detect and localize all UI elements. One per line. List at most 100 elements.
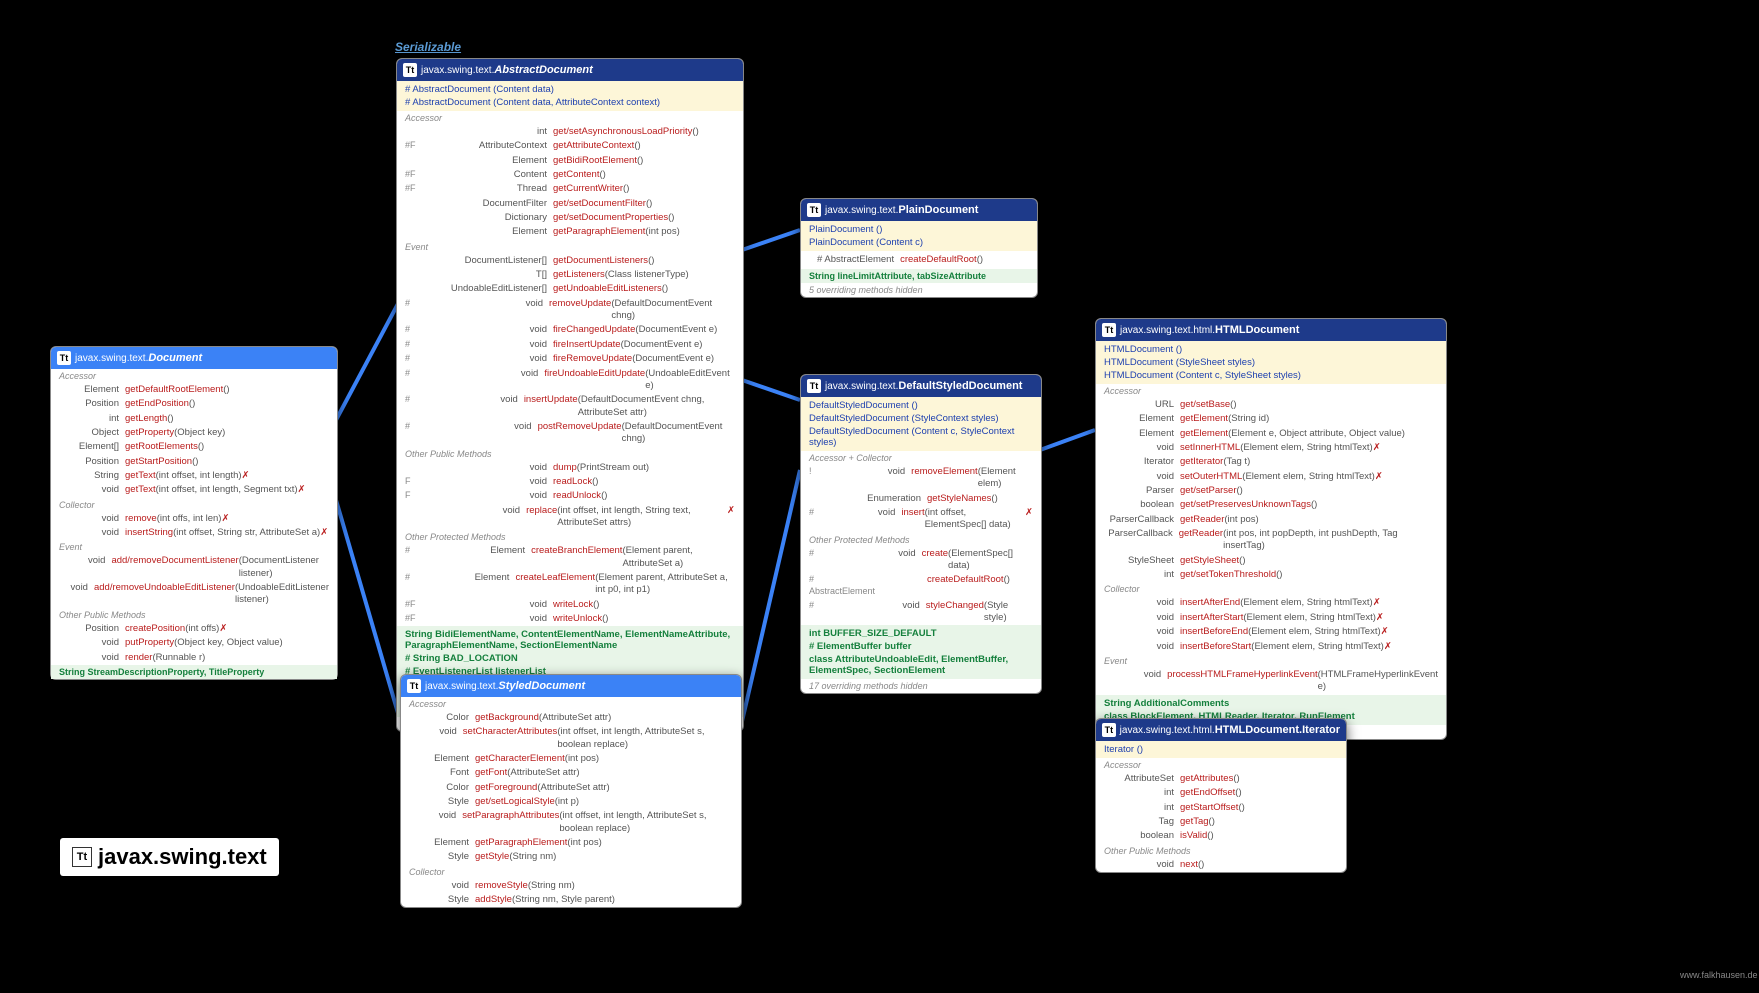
method-row: #FAttributeContextgetAttributeContext () xyxy=(397,139,743,153)
method-row: PositiongetEndPosition () xyxy=(51,397,337,411)
method-row: ElementgetParagraphElement (int pos) xyxy=(401,836,741,850)
method-row: EnumerationgetStyleNames () xyxy=(801,492,1041,506)
method-row: #voidinsert (int offset, ElementSpec[] d… xyxy=(801,506,1041,533)
method-row: T[]getListeners (Class listenerType) xyxy=(397,268,743,282)
method-row: voidinsertBeforeEnd (Element elem, Strin… xyxy=(1096,625,1446,639)
method-row: voidremove (int offs, int len) ✗ xyxy=(51,512,337,526)
method-row: Element[]getRootElements () xyxy=(51,440,337,454)
class-abstract-document: Ttjavax.swing.text.AbstractDocument # Ab… xyxy=(396,58,744,732)
method-row: voidinsertBeforeStart (Element elem, Str… xyxy=(1096,640,1446,654)
method-row: Parserget/setParser () xyxy=(1096,484,1446,498)
method-row: TaggetTag () xyxy=(1096,815,1346,829)
method-row: #ElementcreateLeafElement (Element paren… xyxy=(397,571,743,598)
method-row: voidinsertString (int offset, String str… xyxy=(51,526,337,540)
method-row: ColorgetBackground (AttributeSet attr) xyxy=(401,711,741,725)
type-icon: Tt xyxy=(57,351,71,365)
method-row: voidputProperty (Object key, Object valu… xyxy=(51,636,337,650)
method-row: #FvoidwriteUnlock () xyxy=(397,612,743,626)
method-row: ParserCallbackgetReader (int pos) xyxy=(1096,513,1446,527)
header-document: Ttjavax.swing.text.Document xyxy=(51,347,337,369)
method-row: PositioncreatePosition (int offs) ✗ xyxy=(51,622,337,636)
method-row: #ElementcreateBranchElement (Element par… xyxy=(397,544,743,571)
method-row: voidremoveStyle (String nm) xyxy=(401,879,741,893)
type-icon: Tt xyxy=(403,63,417,77)
method-row: # AbstractElementcreateDefaultRoot () xyxy=(801,573,1041,598)
method-row: #FThreadgetCurrentWriter () xyxy=(397,182,743,196)
method-row: AttributeSetgetAttributes () xyxy=(1096,772,1346,786)
method-row: #voidfireRemoveUpdate (DocumentEvent e) xyxy=(397,352,743,366)
method-row: ElementgetElement (String id) xyxy=(1096,412,1446,426)
method-row: ElementgetElement (Element e, Object att… xyxy=(1096,427,1446,441)
method-row: intgetEndOffset () xyxy=(1096,786,1346,800)
method-row: ElementgetBidiRootElement () xyxy=(397,154,743,168)
method-row: URLget/setBase () xyxy=(1096,398,1446,412)
class-document: Ttjavax.swing.text.Document Accessor Ele… xyxy=(50,346,338,680)
method-row: voidgetText (int offset, int length, Seg… xyxy=(51,483,337,497)
method-row: !voidremoveElement (Element elem) xyxy=(801,465,1041,492)
method-row: # AbstractElementcreateDefaultRoot () xyxy=(809,253,1029,267)
method-row: intget/setTokenThreshold () xyxy=(1096,568,1446,582)
class-html-iterator: Ttjavax.swing.text.html.HTMLDocument.Ite… xyxy=(1095,718,1347,873)
method-row: StyleSheetgetStyleSheet () xyxy=(1096,554,1446,568)
method-row: voidinsertAfterStart (Element elem, Stri… xyxy=(1096,611,1446,625)
method-row: UndoableEditListener[]getUndoableEditLis… xyxy=(397,282,743,296)
method-row: ElementgetParagraphElement (int pos) xyxy=(397,225,743,239)
method-row: voidsetParagraphAttributes (int offset, … xyxy=(401,809,741,836)
method-row: FvoidreadLock () xyxy=(397,475,743,489)
method-row: PositiongetStartPosition () xyxy=(51,455,337,469)
method-row: booleanget/setPreservesUnknownTags () xyxy=(1096,498,1446,512)
method-row: ColorgetForeground (AttributeSet attr) xyxy=(401,781,741,795)
method-row: StringgetText (int offset, int length) ✗ xyxy=(51,469,337,483)
method-row: voiddump (PrintStream out) xyxy=(397,461,743,475)
method-row: #voidremoveUpdate (DefaultDocumentEvent … xyxy=(397,297,743,324)
method-row: DocumentFilterget/setDocumentFilter () xyxy=(397,197,743,211)
method-row: Dictionaryget/setDocumentProperties () xyxy=(397,211,743,225)
method-row: ElementgetDefaultRootElement () xyxy=(51,383,337,397)
section-collector: Collector xyxy=(51,498,337,512)
section-event: Event xyxy=(51,540,337,554)
serializable-label: Serializable xyxy=(395,40,461,54)
method-row: intget/setAsynchronousLoadPriority () xyxy=(397,125,743,139)
section-accessor: Accessor xyxy=(51,369,337,383)
method-row: #FContentgetContent () xyxy=(397,168,743,182)
method-row: voidsetOuterHTML (Element elem, String h… xyxy=(1096,470,1446,484)
method-row: ElementgetCharacterElement (int pos) xyxy=(401,752,741,766)
method-row: StyleaddStyle (String nm, Style parent) xyxy=(401,893,741,907)
class-plain-document: Ttjavax.swing.text.PlainDocument PlainDo… xyxy=(800,198,1038,298)
method-row: ObjectgetProperty (Object key) xyxy=(51,426,337,440)
method-row: ParserCallbackgetReader (int pos, int po… xyxy=(1096,527,1446,554)
method-row: booleanisValid () xyxy=(1096,829,1346,843)
class-default-styled-document: Ttjavax.swing.text.DefaultStyledDocument… xyxy=(800,374,1042,694)
method-row: #FvoidwriteLock () xyxy=(397,598,743,612)
method-row: #voidfireInsertUpdate (DocumentEvent e) xyxy=(397,338,743,352)
method-row: StylegetStyle (String nm) xyxy=(401,850,741,864)
method-row: #voidinsertUpdate (DefaultDocumentEvent … xyxy=(397,393,743,420)
method-row: #voidfireChangedUpdate (DocumentEvent e) xyxy=(397,323,743,337)
fields-document: String StreamDescriptionProperty, TitleP… xyxy=(51,665,337,679)
method-row: intgetLength () xyxy=(51,412,337,426)
footer-link[interactable]: www.falkhausen.de xyxy=(1680,970,1758,980)
method-row: FvoidreadUnlock () xyxy=(397,489,743,503)
method-row: #voidcreate (ElementSpec[] data) xyxy=(801,547,1041,574)
method-row: #voidfireUndoableEditUpdate (UndoableEdi… xyxy=(397,367,743,394)
class-html-document: Ttjavax.swing.text.html.HTMLDocument HTM… xyxy=(1095,318,1447,740)
method-row: voidrender (Runnable r) xyxy=(51,651,337,665)
method-row: voidsetInnerHTML (Element elem, String h… xyxy=(1096,441,1446,455)
method-row: #voidpostRemoveUpdate (DefaultDocumentEv… xyxy=(397,420,743,447)
method-row: intgetStartOffset () xyxy=(1096,801,1346,815)
method-row: voidprocessHTMLFrameHyperlinkEvent (HTML… xyxy=(1096,668,1446,695)
section-other-public: Other Public Methods xyxy=(51,608,337,622)
method-row: voidadd/removeUndoableEditListener (Undo… xyxy=(51,581,337,608)
package-title: Ttjavax.swing.text xyxy=(60,838,279,876)
method-row: #voidstyleChanged (Style style) xyxy=(801,599,1041,626)
header-abstract: Ttjavax.swing.text.AbstractDocument xyxy=(397,59,743,81)
class-styled-document: Ttjavax.swing.text.StyledDocument Access… xyxy=(400,674,742,908)
method-row: voidadd/removeDocumentListener (Document… xyxy=(51,554,337,581)
method-row: voidnext () xyxy=(1096,858,1346,872)
method-row: voidreplace (int offset, int length, Str… xyxy=(397,504,743,531)
method-row: Styleget/setLogicalStyle (int p) xyxy=(401,795,741,809)
method-row: voidinsertAfterEnd (Element elem, String… xyxy=(1096,596,1446,610)
method-row: FontgetFont (AttributeSet attr) xyxy=(401,766,741,780)
method-row: voidsetCharacterAttributes (int offset, … xyxy=(401,725,741,752)
method-row: IteratorgetIterator (Tag t) xyxy=(1096,455,1446,469)
